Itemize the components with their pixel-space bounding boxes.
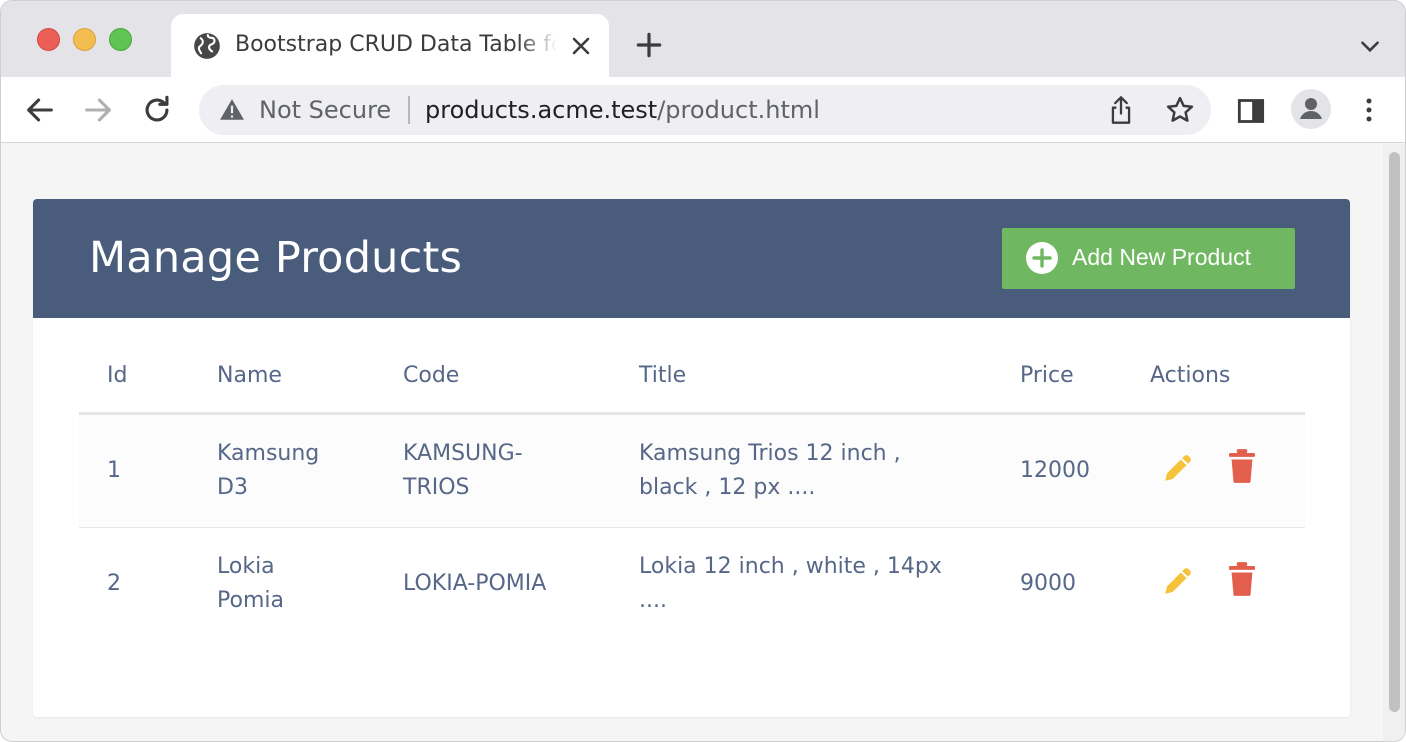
cell-title: Lokia 12 inch , white , 14px .... bbox=[639, 550, 959, 618]
header-title: Title bbox=[639, 363, 687, 388]
page-viewport: Manage Products Add New Product Id Name … bbox=[1, 144, 1405, 741]
security-status[interactable]: Not Secure bbox=[259, 96, 391, 124]
cell-price: 12000 bbox=[1020, 458, 1090, 483]
profile-avatar-icon[interactable] bbox=[1291, 89, 1331, 129]
header-code: Code bbox=[403, 363, 460, 388]
pencil-icon[interactable] bbox=[1161, 451, 1195, 485]
cell-title-line: Kamsung Trios 12 inch , bbox=[639, 441, 901, 466]
table-header-row: Id Name Code Title Price Actions bbox=[79, 349, 1305, 415]
url-host: products.acme.test bbox=[425, 96, 658, 124]
cell-title-line: Lokia 12 inch , white , 14px bbox=[639, 554, 942, 579]
browser-window: Bootstrap CRUD Data Table for Not Secure… bbox=[0, 0, 1406, 742]
header-price: Price bbox=[1020, 363, 1074, 388]
url-text[interactable]: products.acme.test/product.html bbox=[425, 96, 820, 124]
maximize-window-button[interactable] bbox=[109, 28, 132, 51]
table-row: 1 Kamsung D3 KAMSUNG- TRIOS Kamsung Trio… bbox=[79, 415, 1305, 528]
header-id: Id bbox=[107, 363, 128, 388]
globe-icon bbox=[194, 33, 220, 59]
trash-icon[interactable] bbox=[1229, 449, 1255, 483]
trash-icon[interactable] bbox=[1229, 562, 1255, 596]
cell-code: LOKIA-POMIA bbox=[403, 571, 547, 596]
browser-toolbar: Not Secure products.acme.test/product.ht… bbox=[1, 77, 1405, 143]
url-path: /product.html bbox=[657, 96, 820, 124]
browser-tab-active[interactable]: Bootstrap CRUD Data Table for bbox=[171, 14, 609, 78]
chevron-down-icon[interactable] bbox=[1357, 33, 1383, 59]
vertical-scrollbar[interactable] bbox=[1383, 144, 1405, 741]
header-actions: Actions bbox=[1150, 363, 1231, 388]
tab-title: Bootstrap CRUD Data Table for bbox=[235, 32, 557, 57]
cell-name: Kamsung D3 bbox=[217, 437, 367, 505]
warning-icon bbox=[220, 99, 244, 120]
products-card: Manage Products Add New Product Id Name … bbox=[33, 199, 1350, 717]
cell-code: KAMSUNG- TRIOS bbox=[403, 437, 583, 505]
cell-title: Kamsung Trios 12 inch , black , 12 px ..… bbox=[639, 437, 959, 505]
cell-title-line: black , 12 px .... bbox=[639, 475, 816, 500]
cell-price: 9000 bbox=[1020, 571, 1076, 596]
cell-code-line: TRIOS bbox=[403, 475, 470, 500]
cell-title-line: .... bbox=[639, 588, 667, 613]
forward-arrow-icon[interactable] bbox=[81, 93, 115, 127]
cell-id: 1 bbox=[107, 458, 121, 483]
back-arrow-icon[interactable] bbox=[23, 93, 57, 127]
products-table: Id Name Code Title Price Actions 1 Kamsu… bbox=[79, 349, 1305, 641]
card-header: Manage Products Add New Product bbox=[33, 199, 1350, 318]
cell-name-line: D3 bbox=[217, 475, 248, 500]
side-panel-icon[interactable] bbox=[1237, 97, 1265, 125]
reload-icon[interactable] bbox=[140, 93, 174, 127]
cell-id: 2 bbox=[107, 571, 121, 596]
tab-bar: Bootstrap CRUD Data Table for bbox=[1, 1, 1405, 78]
close-tab-icon[interactable] bbox=[567, 32, 595, 60]
address-divider bbox=[408, 96, 410, 124]
cell-name-line: Pomia bbox=[217, 588, 284, 613]
cell-name-line: Lokia bbox=[217, 554, 275, 579]
new-tab-icon[interactable] bbox=[633, 29, 665, 61]
address-bar[interactable]: Not Secure products.acme.test/product.ht… bbox=[199, 85, 1211, 135]
header-name: Name bbox=[217, 363, 282, 388]
scrollbar-thumb[interactable] bbox=[1389, 152, 1400, 712]
cell-name-line: Kamsung bbox=[217, 441, 320, 466]
bookmark-star-icon[interactable] bbox=[1165, 95, 1195, 125]
more-menu-icon[interactable] bbox=[1357, 95, 1381, 125]
minimize-window-button[interactable] bbox=[73, 28, 96, 51]
plus-circle-icon bbox=[1026, 242, 1058, 274]
add-new-product-label: Add New Product bbox=[1072, 244, 1251, 270]
table-row: 2 Lokia Pomia LOKIA-POMIA Lokia 12 inch … bbox=[79, 528, 1305, 641]
share-icon[interactable] bbox=[1107, 95, 1135, 125]
add-new-product-button[interactable]: Add New Product bbox=[1002, 228, 1295, 289]
close-window-button[interactable] bbox=[37, 28, 60, 51]
cell-name: Lokia Pomia bbox=[217, 550, 367, 618]
pencil-icon[interactable] bbox=[1161, 564, 1195, 598]
page-title: Manage Products bbox=[89, 233, 463, 283]
cell-code-line: KAMSUNG- bbox=[403, 441, 523, 466]
